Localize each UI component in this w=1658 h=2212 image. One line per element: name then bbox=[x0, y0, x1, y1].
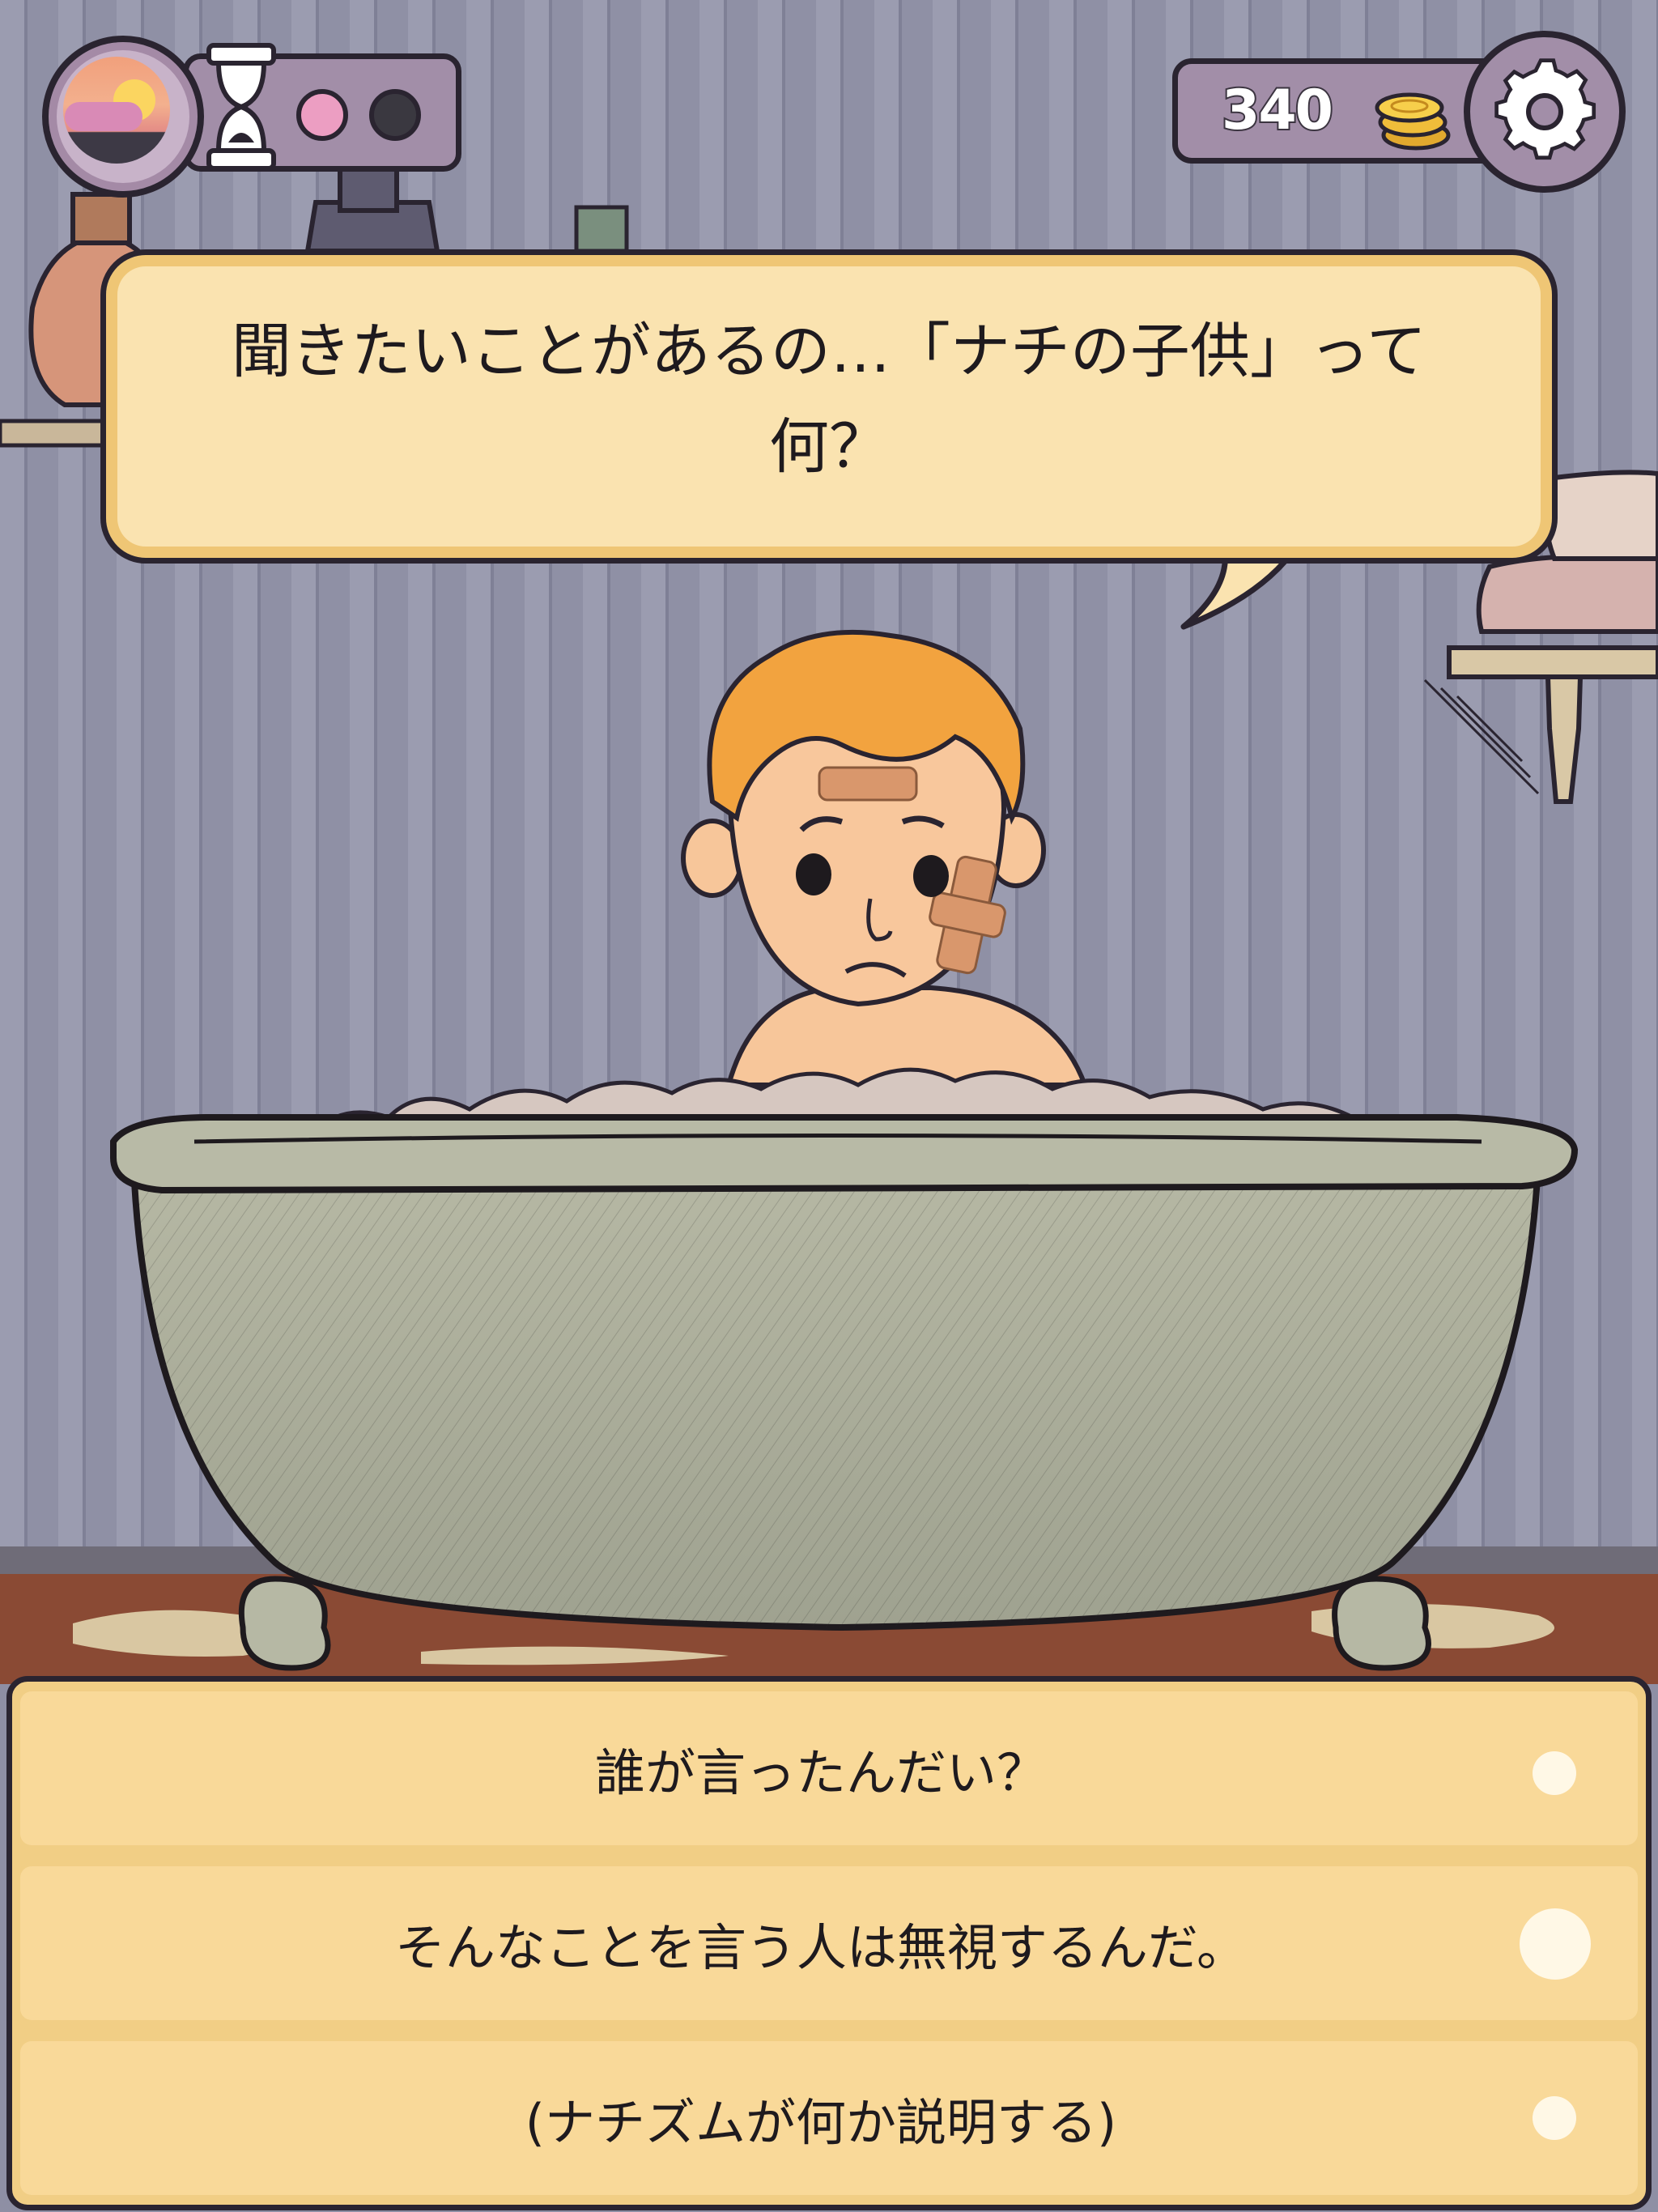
choice-option-2[interactable]: そんなことを言う人は無視するんだ。 bbox=[20, 1866, 1638, 2020]
coin-count: 340 bbox=[1220, 77, 1335, 144]
speech-bubble: 聞きたいことがあるの…「ナチの子供」って 何？ bbox=[100, 249, 1558, 564]
coin-stack-icon bbox=[1375, 92, 1451, 151]
bathtub bbox=[110, 1067, 1579, 1671]
dialogue-line: 何？ bbox=[769, 412, 889, 482]
gear-icon bbox=[1494, 58, 1596, 160]
currency-hud: 340 bbox=[1172, 31, 1626, 201]
time-slot-dot bbox=[369, 89, 421, 141]
sunrise-icon bbox=[42, 36, 204, 198]
choice-indicator-dot bbox=[1520, 1908, 1591, 1980]
time-of-day-hud bbox=[37, 31, 461, 198]
choice-option-1[interactable]: 誰が言ったんだい？ bbox=[20, 1691, 1638, 1845]
time-slot-dot bbox=[296, 89, 348, 141]
dialogue-choices-panel: 誰が言ったんだい？ そんなことを言う人は無視するんだ。 (ナチズムが何か説明する… bbox=[6, 1676, 1652, 2210]
settings-button[interactable] bbox=[1464, 31, 1626, 193]
choice-label: 誰が言ったんだい？ bbox=[594, 1743, 1047, 1802]
choice-label: (ナチズムが何か説明する) bbox=[525, 2093, 1117, 2152]
choice-label: そんなことを言う人は無視するんだ。 bbox=[394, 1918, 1248, 1977]
choice-indicator-dot bbox=[1533, 2096, 1576, 2140]
dialogue-line: 聞きたいことがあるの…「ナチの子供」って bbox=[231, 317, 1427, 386]
coin-panel: 340 bbox=[1172, 58, 1512, 164]
dialogue-text: 聞きたいことがあるの…「ナチの子供」って 何？ bbox=[138, 304, 1520, 495]
hourglass-icon bbox=[206, 43, 276, 171]
choice-indicator-dot bbox=[1533, 1751, 1576, 1795]
choice-option-3[interactable]: (ナチズムが何か説明する) bbox=[20, 2041, 1638, 2195]
game-screen: 340 聞きたいことがあるの…「ナチの子供」って 何？ 誰が言ったんだい？ そん… bbox=[0, 0, 1658, 2212]
